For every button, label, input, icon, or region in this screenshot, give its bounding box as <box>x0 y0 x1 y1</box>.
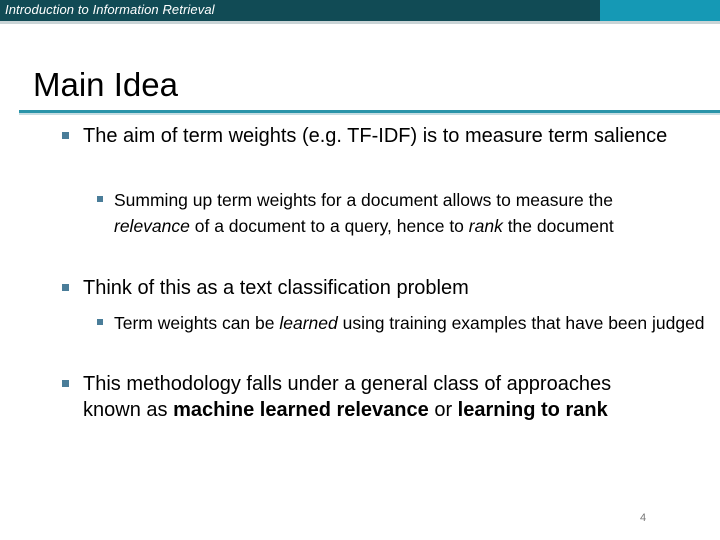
bullet-icon <box>62 132 69 139</box>
bullet-icon <box>97 319 103 325</box>
bullet-icon <box>62 284 69 291</box>
bullet-2-sub-1: Term weights can be learned using traini… <box>114 313 705 333</box>
bullet-icon <box>97 196 103 202</box>
bullet-1: The aim of term weights (e.g. TF-IDF) is… <box>83 125 668 147</box>
title-underline-shadow <box>19 113 720 115</box>
bullet-icon <box>62 380 69 387</box>
bullet-1-sub-1: Summing up term weights for a document a… <box>114 190 614 236</box>
bullet-2: Think of this as a text classification p… <box>83 277 469 299</box>
course-title: Introduction to Information Retrieval <box>5 2 215 17</box>
bullet-3: This methodology falls under a general c… <box>83 373 612 421</box>
page-number: 4 <box>640 512 647 524</box>
header-divider <box>0 21 720 24</box>
slide-title: Main Idea <box>33 66 178 103</box>
header-accent <box>600 0 720 21</box>
